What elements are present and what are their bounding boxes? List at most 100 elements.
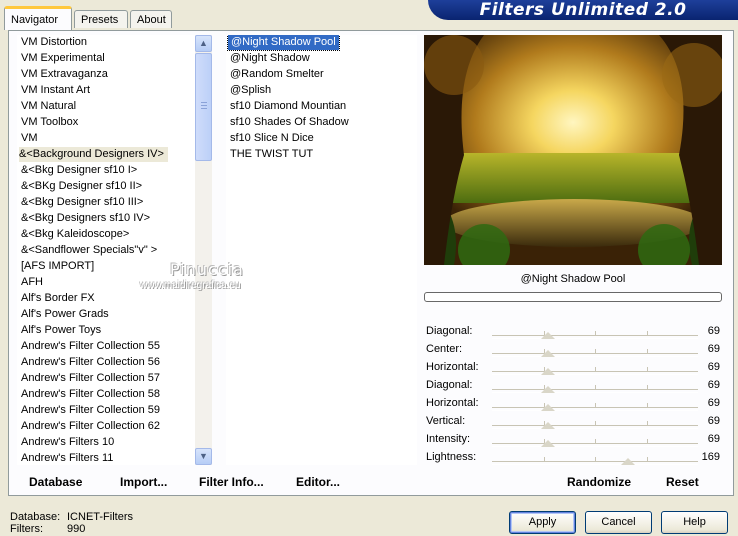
- tab-presets[interactable]: Presets: [74, 10, 128, 28]
- filter-item[interactable]: @Night Shadow: [230, 51, 310, 66]
- slider-thumb[interactable]: [540, 422, 555, 429]
- arrow-down-icon[interactable]: ▼: [195, 448, 212, 465]
- category-item[interactable]: Andrew's Filter Collection 55: [21, 339, 160, 354]
- database-button[interactable]: Database: [29, 475, 82, 489]
- slider-thumb[interactable]: [540, 386, 555, 393]
- slider-tick: [646, 403, 648, 407]
- category-item[interactable]: &<Bkg Designer sf10 III>: [21, 195, 143, 210]
- category-item[interactable]: Alf's Border FX: [21, 291, 95, 306]
- parameter-slider[interactable]: Diagonal: 69: [424, 377, 722, 395]
- filter-item[interactable]: sf10 Slice N Dice: [230, 131, 314, 146]
- category-item[interactable]: &<BKg Designer sf10 II>: [21, 179, 142, 194]
- category-item[interactable]: Andrew's Filter Collection 62: [21, 419, 160, 434]
- arrow-up-icon[interactable]: ▲: [195, 35, 212, 52]
- category-item[interactable]: &<Bkg Kaleidoscope>: [21, 227, 129, 242]
- filter-item[interactable]: THE TWIST TUT: [230, 147, 313, 162]
- parameter-value: 69: [707, 433, 720, 445]
- filter-list[interactable]: @Night Shadow Pool @Night Shadow @Random S…: [226, 35, 417, 465]
- slider-tick: [646, 457, 648, 461]
- slider-track[interactable]: [492, 371, 698, 375]
- category-item[interactable]: Alf's Power Toys: [21, 323, 101, 338]
- slider-track[interactable]: [492, 443, 698, 447]
- category-item[interactable]: VM Natural: [21, 99, 76, 114]
- category-item[interactable]: VM Toolbox: [21, 115, 78, 130]
- slider-thumb[interactable]: [540, 332, 555, 339]
- category-item[interactable]: &<Sandflower Specials"v" >: [21, 243, 157, 258]
- slider-track[interactable]: [492, 425, 698, 429]
- database-status: Database: ICNET-Filters: [10, 511, 133, 523]
- slider-tick: [543, 457, 545, 461]
- slider-thumb[interactable]: [540, 404, 555, 411]
- filter-item[interactable]: @Random Smelter: [230, 67, 324, 82]
- category-item[interactable]: Andrew's Filters 11: [21, 451, 113, 465]
- category-item[interactable]: &<Bkg Designer sf10 I>: [21, 163, 137, 178]
- database-label: Database:: [10, 511, 61, 523]
- slider-tick: [646, 385, 648, 389]
- slider-thumb[interactable]: [620, 458, 635, 465]
- category-item[interactable]: &<Background Designers IV>: [19, 147, 168, 162]
- slider-track[interactable]: [492, 353, 698, 357]
- filter-item[interactable]: sf10 Diamond Mountian: [230, 99, 346, 114]
- parameter-label: Diagonal:: [426, 325, 473, 337]
- tab-about[interactable]: About: [130, 10, 172, 28]
- parameter-label: Horizontal:: [426, 397, 479, 409]
- category-item[interactable]: [AFS IMPORT]: [21, 259, 94, 274]
- slider-tick: [646, 331, 648, 335]
- slider-tick: [595, 331, 596, 335]
- filter-item[interactable]: @Splish: [230, 83, 271, 98]
- parameter-slider[interactable]: Horizontal: 69: [424, 395, 722, 413]
- slider-track[interactable]: [492, 389, 698, 393]
- parameter-value: 69: [707, 397, 720, 409]
- slider-track[interactable]: [492, 335, 698, 339]
- app-title: Filters Unlimited 2.0: [428, 0, 738, 20]
- category-item[interactable]: VM Instant Art: [21, 83, 90, 98]
- parameter-value: 69: [707, 361, 720, 373]
- category-item[interactable]: Andrew's Filter Collection 56: [21, 355, 160, 370]
- category-item[interactable]: Andrew's Filter Collection 57: [21, 371, 160, 386]
- filters-status: Filters: 990: [10, 523, 85, 535]
- category-item[interactable]: Alf's Power Grads: [21, 307, 109, 322]
- scrollbar-thumb[interactable]: [195, 53, 212, 161]
- slider-track[interactable]: [492, 461, 698, 465]
- parameter-slider[interactable]: Lightness: 169: [424, 449, 722, 467]
- progress-bar: [424, 292, 722, 302]
- parameter-slider[interactable]: Diagonal: 69: [424, 323, 722, 341]
- filter-item[interactable]: sf10 Shades Of Shadow: [230, 115, 349, 130]
- parameter-slider[interactable]: Horizontal: 69: [424, 359, 722, 377]
- filter-item[interactable]: @Night Shadow Pool: [227, 35, 340, 51]
- parameter-slider[interactable]: Center: 69: [424, 341, 722, 359]
- randomize-button[interactable]: Randomize: [567, 475, 631, 489]
- category-item[interactable]: VM Experimental: [21, 51, 105, 66]
- apply-button[interactable]: Apply: [509, 511, 576, 534]
- slider-tick: [595, 457, 596, 461]
- category-item[interactable]: VM Distortion: [21, 35, 87, 50]
- parameter-slider[interactable]: Vertical: 69: [424, 413, 722, 431]
- help-button[interactable]: Help: [661, 511, 728, 534]
- category-item[interactable]: AFH: [21, 275, 43, 290]
- category-item[interactable]: Andrew's Filter Collection 58: [21, 387, 160, 402]
- slider-track[interactable]: [492, 407, 698, 411]
- import-button[interactable]: Import...: [120, 475, 167, 489]
- tab-navigator[interactable]: Navigator: [4, 6, 72, 30]
- category-item[interactable]: Andrew's Filter Collection 59: [21, 403, 160, 418]
- parameter-label: Diagonal:: [426, 379, 473, 391]
- category-list[interactable]: VM Distortion VM Experimental VM Extravaga…: [17, 35, 195, 465]
- database-value: ICNET-Filters: [67, 511, 133, 523]
- category-scrollbar[interactable]: ▲ ▼: [195, 35, 212, 465]
- slider-thumb[interactable]: [540, 368, 555, 375]
- slider-tick: [646, 439, 648, 443]
- reset-button[interactable]: Reset: [666, 475, 699, 489]
- filter-info-button[interactable]: Filter Info...: [199, 475, 264, 489]
- slider-thumb[interactable]: [540, 350, 555, 357]
- slider-tick: [595, 367, 596, 371]
- cancel-button[interactable]: Cancel: [585, 511, 652, 534]
- slider-tick: [646, 349, 648, 353]
- parameter-slider[interactable]: Intensity: 69: [424, 431, 722, 449]
- parameter-label: Center:: [426, 343, 463, 355]
- category-item[interactable]: VM: [21, 131, 38, 146]
- category-item[interactable]: Andrew's Filters 10: [21, 435, 114, 450]
- editor-button[interactable]: Editor...: [296, 475, 340, 489]
- category-item[interactable]: &<Bkg Designers sf10 IV>: [21, 211, 150, 226]
- slider-thumb[interactable]: [540, 440, 555, 447]
- category-item[interactable]: VM Extravaganza: [21, 67, 108, 82]
